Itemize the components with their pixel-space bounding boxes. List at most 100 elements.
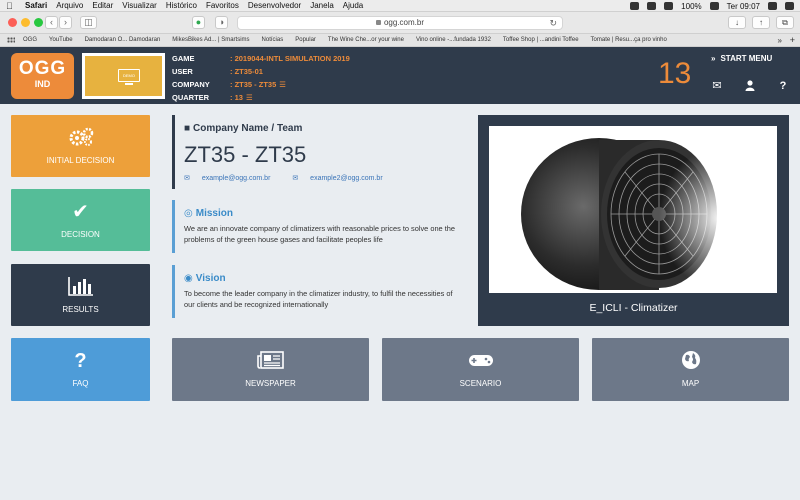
window-zoom-button[interactable] (34, 18, 43, 27)
favorites-bar: OGG YouTube Damodaran O... Damodaran Mik… (0, 34, 800, 47)
quarter-number: 13 (658, 57, 692, 90)
company-name: ZT35 - ZT35 (184, 142, 307, 167)
scenario-tile[interactable]: SCENARIO (382, 338, 579, 401)
email-1: example@ogg.com.br (201, 175, 271, 182)
list-icon[interactable]: ☰ (279, 80, 286, 89)
window-close-button[interactable] (8, 18, 17, 27)
newspaper-tile[interactable]: NEWSPAPER (172, 338, 369, 401)
favorite-link[interactable]: MikesBikes Ad... | Smartsims (172, 37, 249, 43)
initial-decision-tile[interactable]: INITIAL DECISION (11, 115, 150, 177)
email-link-2[interactable]: ✉ example2@ogg.com.br (292, 175, 392, 182)
product-panel: E_ICLI - Climatizer (478, 115, 789, 326)
map-tile[interactable]: MAP (592, 338, 789, 401)
tile-label: MAP (681, 379, 700, 388)
info-value-user: : ZT35-01 (230, 67, 263, 76)
factory-icon: ■ (184, 123, 191, 134)
status-icon[interactable] (630, 2, 640, 10)
window-minimize-button[interactable] (21, 18, 30, 27)
sidebar-toggle-icon[interactable]: ◫ (80, 16, 97, 29)
bar-chart-icon (11, 276, 150, 301)
email-link-1[interactable]: ✉ example@ogg.com.br (184, 175, 280, 182)
status-icon[interactable] (647, 2, 657, 10)
envelope-icon: ✉ (184, 175, 192, 182)
favorite-link[interactable]: YouTube (49, 37, 73, 43)
tile-label: INITIAL DECISION (46, 156, 115, 165)
info-key: QUARTER (172, 93, 210, 102)
logo-text: OGG (18, 58, 67, 79)
menu-ajuda[interactable]: Ajuda (343, 1, 363, 10)
monitor-icon: DEMO (118, 69, 140, 82)
ogg-logo[interactable]: OGG IND (11, 53, 74, 99)
company-block: ■ Company Name / Team ZT35 - ZT35 ✉ examp… (172, 115, 462, 189)
double-chevron-icon: » (711, 54, 716, 63)
start-menu-label: START MENU (720, 54, 773, 63)
new-tab-icon[interactable]: + (790, 35, 795, 45)
mission-text: We are an innovate company of climatizer… (184, 224, 455, 244)
vision-block: ◉ Vision To become the leader company in … (172, 265, 462, 318)
tile-label: RESULTS (62, 305, 99, 314)
menu-clock[interactable]: Ter 09:07 (727, 2, 760, 11)
favorite-link[interactable]: Toffee Shop | ...andini Toffee (503, 37, 579, 43)
extension-icon[interactable]: ● (192, 16, 205, 29)
info-key: USER (172, 67, 193, 76)
start-menu-button[interactable]: » START MENU (711, 54, 797, 65)
email-2: example2@ogg.com.br (310, 175, 383, 182)
envelope-icon: ✉ (292, 175, 301, 182)
target-icon: ◎ (184, 208, 193, 219)
apple-menu-icon[interactable]:  (6, 1, 16, 11)
help-icon[interactable]: ? (777, 80, 789, 92)
favorite-link[interactable]: Vino online -...fundada 1932 (416, 37, 491, 43)
menu-visualizar[interactable]: Visualizar (122, 1, 157, 10)
menu-janela[interactable]: Janela (310, 1, 334, 10)
favorite-folder[interactable]: Notícias (262, 37, 284, 43)
favorite-link[interactable]: The Wine Che...or your wine (328, 37, 404, 43)
downloads-icon[interactable]: ↓ (728, 16, 746, 29)
user-icon[interactable] (744, 80, 756, 92)
tabs-overview-icon[interactable]: ⧉ (776, 16, 794, 29)
privacy-shield-icon[interactable]: ◑ (215, 16, 228, 29)
favorite-link[interactable]: OGG (23, 37, 37, 43)
forward-button[interactable]: › (59, 16, 72, 29)
menu-editar[interactable]: Editar (92, 1, 113, 10)
mission-block: ◎ Mission We are an innovate company of c… (172, 200, 462, 253)
product-image (489, 126, 777, 293)
wifi-icon[interactable] (664, 2, 674, 10)
game-info: GAME: 2019044-INTL SIMULATION 2019 USER:… (172, 52, 350, 104)
top-sites-icon[interactable] (7, 37, 15, 43)
info-value-company: : ZT35 - ZT35 (230, 80, 277, 89)
gamepad-icon (382, 350, 579, 375)
reload-icon[interactable]: ↻ (549, 17, 557, 29)
back-button[interactable]: ‹ (45, 16, 58, 29)
menu-desenvolvedor[interactable]: Desenvolvedor (248, 1, 301, 10)
address-bar[interactable]: ogg.com.br ↻ (237, 16, 563, 30)
decision-tile[interactable]: ✔ DECISION (11, 189, 150, 251)
results-tile[interactable]: RESULTS (11, 264, 150, 326)
tile-label: DECISION (61, 230, 100, 239)
list-icon[interactable]: ☰ (246, 93, 253, 102)
menu-favoritos[interactable]: Favoritos (206, 1, 239, 10)
menu-arquivo[interactable]: Arquivo (56, 1, 83, 10)
more-favorites-icon[interactable]: » (778, 36, 782, 45)
favorite-link[interactable]: Damodaran O... Damodaran (85, 37, 161, 43)
menu-historico[interactable]: Histórico (166, 1, 197, 10)
info-key: COMPANY (172, 80, 210, 89)
question-icon: ? (74, 350, 87, 372)
vision-title: Vision (195, 273, 226, 284)
battery-icon[interactable] (709, 2, 719, 10)
browser-toolbar: ‹ › ◫ ● ◑ ogg.com.br ↻ ↓ ↑ ⧉ (0, 12, 800, 34)
faq-tile[interactable]: ? FAQ (11, 338, 150, 401)
spotlight-icon[interactable] (768, 2, 777, 10)
gears-icon (11, 127, 150, 152)
battery-percentage: 100% (681, 1, 702, 11)
mail-icon[interactable]: ✉ (711, 80, 723, 92)
notification-center-icon[interactable] (785, 2, 794, 10)
menu-app-name[interactable]: Safari (25, 1, 47, 10)
tile-label: NEWSPAPER (245, 379, 296, 388)
demo-badge: DEMO (82, 53, 165, 99)
checkmark-icon: ✔ (72, 201, 89, 223)
share-icon[interactable]: ↑ (752, 16, 770, 29)
favorite-folder[interactable]: Popular (295, 37, 316, 43)
tile-label: FAQ (72, 379, 89, 388)
company-heading: Company Name / Team (193, 123, 303, 134)
favorite-link[interactable]: Tomate | Resu...ça pro vinho (591, 37, 667, 43)
